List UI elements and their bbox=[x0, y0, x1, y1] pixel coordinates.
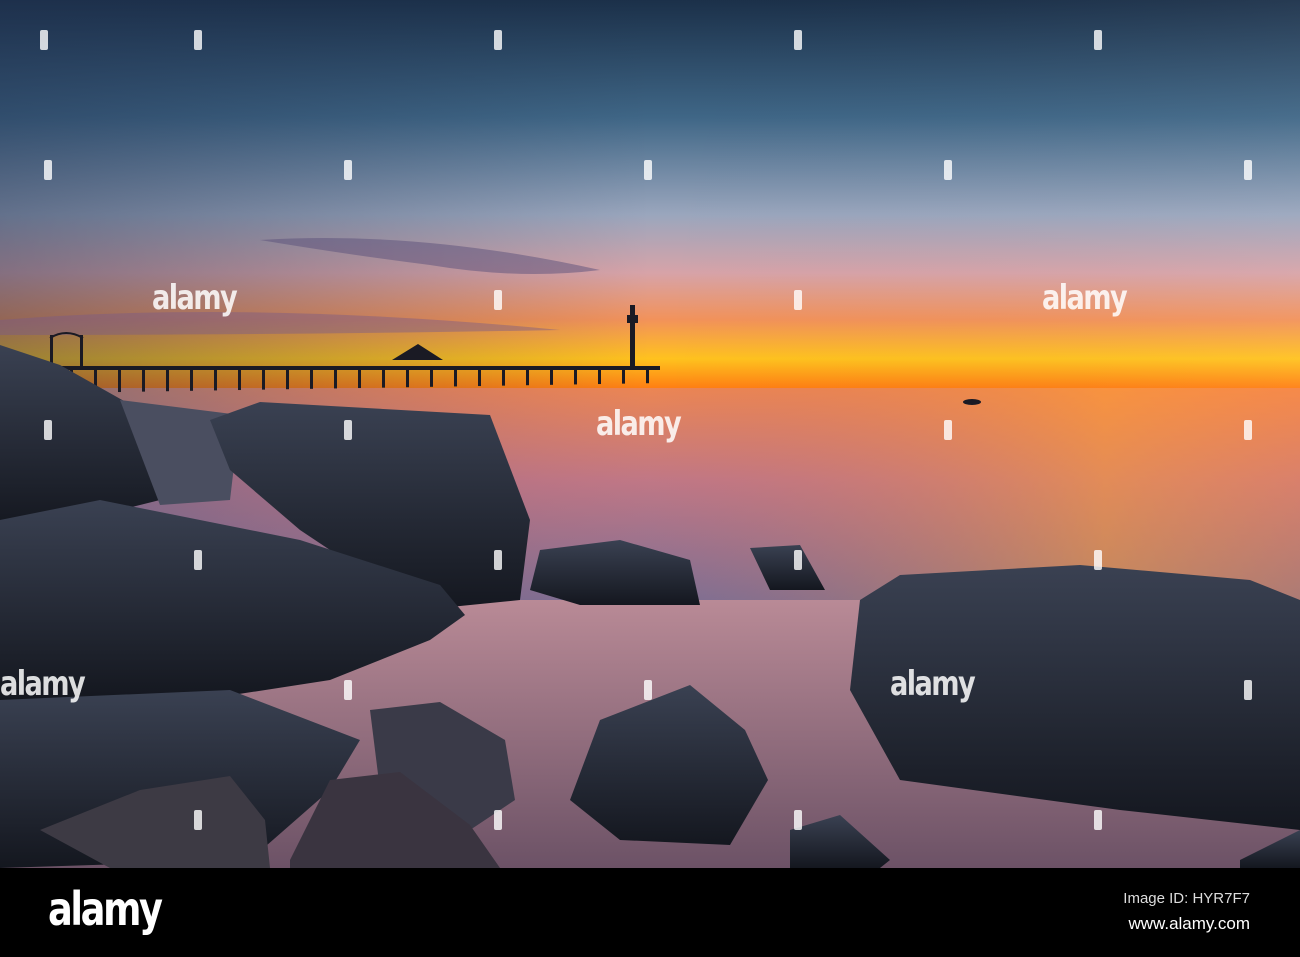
watermark-mark bbox=[644, 160, 652, 180]
watermark-mark bbox=[944, 420, 952, 440]
watermark-mark bbox=[44, 420, 52, 440]
watermark-mark bbox=[194, 30, 202, 50]
watermark-text: alamy bbox=[152, 278, 238, 318]
footer-bar: alamy Image ID: HYR7F7 www.alamy.com bbox=[0, 868, 1300, 957]
watermark-mark bbox=[494, 290, 502, 310]
watermark-mark bbox=[1094, 550, 1102, 570]
watermark-mark bbox=[1244, 680, 1252, 700]
watermark-text: alamy bbox=[1042, 278, 1128, 318]
watermark-text: alamy bbox=[890, 664, 976, 704]
watermark-mark bbox=[944, 160, 952, 180]
watermark-mark bbox=[44, 160, 52, 180]
watermark-text: alamy bbox=[0, 664, 86, 704]
alamy-logo[interactable]: alamy bbox=[48, 882, 163, 936]
watermark-mark bbox=[344, 420, 352, 440]
stock-photo-page: alamy alamy alamy alamy alamy alamy Image ID… bbox=[0, 0, 1300, 957]
watermark-mark bbox=[1094, 810, 1102, 830]
watermark-mark bbox=[344, 680, 352, 700]
watermark-mark bbox=[194, 550, 202, 570]
image-id: Image ID: HYR7F7 bbox=[1123, 890, 1250, 907]
watermark-mark bbox=[644, 680, 652, 700]
watermark-mark bbox=[794, 290, 802, 310]
watermark-mark bbox=[40, 30, 48, 50]
watermark-text: alamy bbox=[596, 404, 682, 444]
watermark-mark bbox=[494, 30, 502, 50]
watermark-mark bbox=[1244, 160, 1252, 180]
watermark-mark bbox=[194, 810, 202, 830]
watermark-mark bbox=[1244, 420, 1252, 440]
watermark-mark bbox=[794, 810, 802, 830]
watermark-mark bbox=[494, 810, 502, 830]
watermark-mark bbox=[1094, 30, 1102, 50]
website-link[interactable]: www.alamy.com bbox=[1128, 914, 1250, 934]
watermark-mark bbox=[794, 550, 802, 570]
watermark-mark bbox=[344, 160, 352, 180]
watermark-mark bbox=[494, 550, 502, 570]
watermark-mark bbox=[794, 30, 802, 50]
